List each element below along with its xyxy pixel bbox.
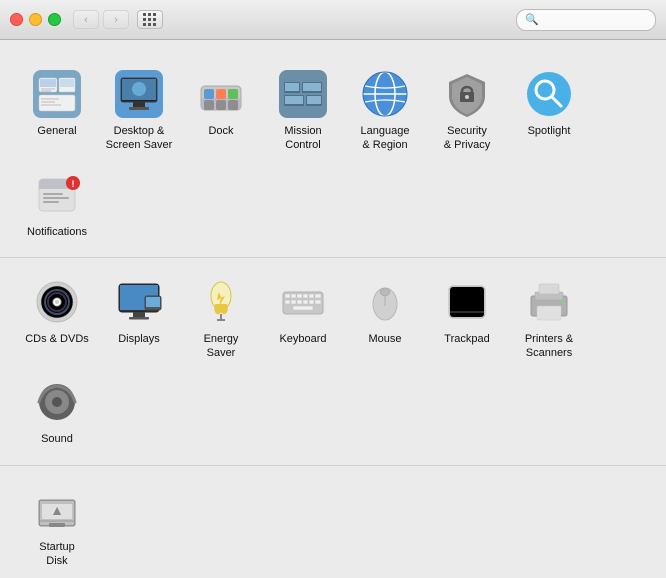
pref-item-mouse[interactable]: Mouse bbox=[344, 268, 426, 369]
minimize-button[interactable] bbox=[29, 13, 42, 26]
section-hardware2: ▲ StartupDisk bbox=[0, 466, 666, 578]
desktop-screensaver-icon bbox=[113, 68, 165, 120]
printers-scanners-icon bbox=[523, 276, 575, 328]
displays-label: Displays bbox=[118, 332, 160, 346]
security-privacy-label: Security& Privacy bbox=[444, 124, 490, 153]
icons-grid-hardware2: ▲ StartupDisk bbox=[16, 476, 650, 577]
nav-buttons: ‹ › bbox=[73, 10, 129, 29]
energy-saver-icon bbox=[195, 276, 247, 328]
grid-icon bbox=[143, 13, 157, 27]
mission-control-icon bbox=[277, 68, 329, 120]
mouse-icon bbox=[359, 276, 411, 328]
displays-icon bbox=[113, 276, 165, 328]
icons-grid-personal: General Desktop &Screen Saver Dock bbox=[16, 60, 650, 247]
mission-control-label: MissionControl bbox=[284, 124, 321, 153]
pref-item-keyboard[interactable]: Keyboard bbox=[262, 268, 344, 369]
title-bar: ‹ › 🔍 bbox=[0, 0, 666, 40]
trackpad-label: Trackpad bbox=[444, 332, 489, 346]
search-input[interactable] bbox=[543, 13, 643, 27]
general-icon bbox=[31, 68, 83, 120]
mouse-label: Mouse bbox=[368, 332, 401, 346]
pref-item-sound[interactable]: Sound bbox=[16, 368, 98, 454]
printers-scanners-label: Printers &Scanners bbox=[525, 332, 573, 361]
pref-item-spotlight[interactable]: Spotlight bbox=[508, 60, 590, 161]
pref-item-trackpad[interactable]: Trackpad bbox=[426, 268, 508, 369]
traffic-lights bbox=[10, 13, 61, 26]
pref-item-general[interactable]: General bbox=[16, 60, 98, 161]
pref-item-language-region[interactable]: Language& Region bbox=[344, 60, 426, 161]
security-privacy-icon bbox=[441, 68, 493, 120]
icons-grid-hardware: CDs & DVDs Displays EnergySaver bbox=[16, 268, 650, 455]
keyboard-icon bbox=[277, 276, 329, 328]
spotlight-label: Spotlight bbox=[528, 124, 571, 138]
spotlight-icon bbox=[523, 68, 575, 120]
pref-item-cds-dvds[interactable]: CDs & DVDs bbox=[16, 268, 98, 369]
grid-view-button[interactable] bbox=[137, 10, 163, 29]
pref-item-dock[interactable]: Dock bbox=[180, 60, 262, 161]
close-button[interactable] bbox=[10, 13, 23, 26]
pref-item-displays[interactable]: Displays bbox=[98, 268, 180, 369]
dock-icon bbox=[195, 68, 247, 120]
language-region-label: Language& Region bbox=[361, 124, 410, 153]
notifications-icon: ! bbox=[31, 169, 83, 221]
trackpad-icon bbox=[441, 276, 493, 328]
pref-item-mission-control[interactable]: MissionControl bbox=[262, 60, 344, 161]
cds-dvds-label: CDs & DVDs bbox=[25, 332, 89, 346]
pref-item-energy-saver[interactable]: EnergySaver bbox=[180, 268, 262, 369]
search-icon: 🔍 bbox=[525, 13, 539, 26]
keyboard-label: Keyboard bbox=[279, 332, 326, 346]
svg-text:!: ! bbox=[72, 179, 75, 189]
sound-label: Sound bbox=[41, 432, 73, 446]
pref-item-notifications[interactable]: ! Notifications bbox=[16, 161, 98, 247]
cds-dvds-icon bbox=[31, 276, 83, 328]
general-label: General bbox=[37, 124, 76, 138]
energy-saver-label: EnergySaver bbox=[204, 332, 239, 361]
main-content: General Desktop &Screen Saver Dock bbox=[0, 40, 666, 578]
search-box[interactable]: 🔍 bbox=[516, 9, 656, 31]
startup-disk-label: StartupDisk bbox=[39, 540, 74, 569]
back-button[interactable]: ‹ bbox=[73, 10, 99, 29]
language-region-icon bbox=[359, 68, 411, 120]
sound-icon bbox=[31, 376, 83, 428]
pref-item-printers-scanners[interactable]: Printers &Scanners bbox=[508, 268, 590, 369]
pref-item-startup-disk[interactable]: ▲ StartupDisk bbox=[16, 476, 98, 577]
pref-item-desktop-screensaver[interactable]: Desktop &Screen Saver bbox=[98, 60, 180, 161]
desktop-screensaver-label: Desktop &Screen Saver bbox=[106, 124, 173, 153]
dock-label: Dock bbox=[208, 124, 233, 138]
section-personal: General Desktop &Screen Saver Dock bbox=[0, 50, 666, 258]
section-hardware: CDs & DVDs Displays EnergySaver bbox=[0, 258, 666, 466]
svg-text:▲: ▲ bbox=[50, 502, 64, 518]
forward-button[interactable]: › bbox=[103, 10, 129, 29]
maximize-button[interactable] bbox=[48, 13, 61, 26]
notifications-label: Notifications bbox=[27, 225, 87, 239]
startup-disk-icon: ▲ bbox=[31, 484, 83, 536]
pref-item-security-privacy[interactable]: Security& Privacy bbox=[426, 60, 508, 161]
